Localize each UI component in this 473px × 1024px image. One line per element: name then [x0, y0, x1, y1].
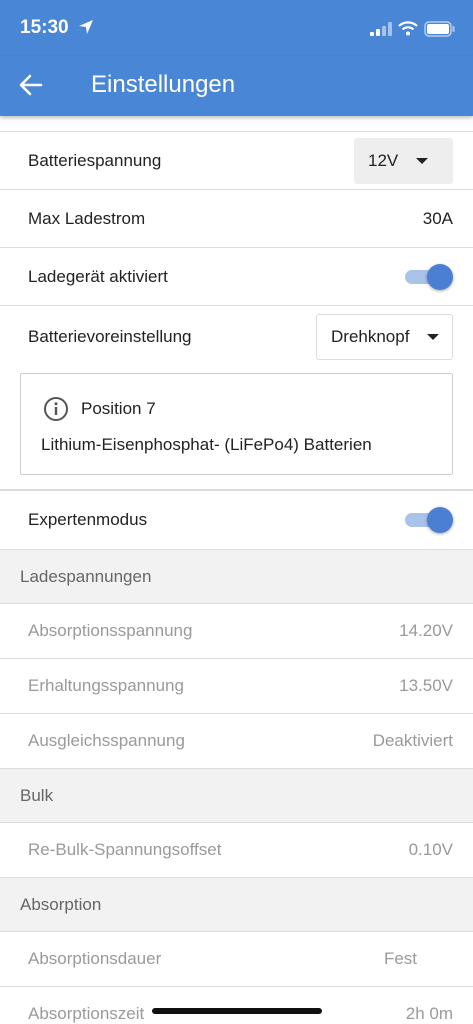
- dropdown-caret-icon: [427, 334, 440, 340]
- rebulk-offset-label: Re-Bulk-Spannungsoffset: [28, 840, 222, 859]
- battery-voltage-dropdown[interactable]: 12V: [354, 137, 453, 184]
- absorption-duration-row[interactable]: Absorptionsdauer Fest: [0, 932, 473, 987]
- section-title: Bulk: [20, 785, 54, 805]
- equalization-voltage-value: Deaktiviert: [372, 731, 453, 750]
- charger-enabled-toggle[interactable]: [405, 263, 453, 290]
- location-arrow-icon: [79, 20, 93, 34]
- status-time: 15:30: [20, 17, 69, 38]
- rebulk-offset-row[interactable]: Re-Bulk-Spannungsoffset 0.10V: [0, 823, 473, 878]
- dropdown-caret-icon: [416, 157, 429, 164]
- absorption-time-row[interactable]: Absorptionszeit 2h 0m: [0, 987, 473, 1024]
- expert-mode-toggle[interactable]: [405, 507, 453, 533]
- expert-mode-row: Expertenmodus: [0, 490, 473, 550]
- toggle-knob: [427, 507, 453, 533]
- battery-preset-row: Batterievoreinstellung Drehknopf: [0, 307, 473, 367]
- float-voltage-row[interactable]: Erhaltungsspannung 13.50V: [0, 659, 473, 714]
- info-title: Position 7: [81, 399, 156, 418]
- float-voltage-label: Erhaltungsspannung: [28, 676, 184, 695]
- battery-voltage-row: Batteriespannung 12V: [0, 132, 473, 190]
- battery-voltage-label: Batteriespannung: [28, 150, 162, 170]
- section-title: Ladespannungen: [20, 566, 152, 586]
- battery-icon: [424, 21, 455, 37]
- top-divider: [0, 116, 473, 132]
- app-bar: Einstellungen: [0, 56, 473, 116]
- preset-info-box: Position 7 Lithium-Eisenphosphat- (LiFeP…: [20, 373, 453, 475]
- section-title: Absorption: [20, 894, 102, 914]
- toggle-knob: [427, 263, 453, 290]
- max-current-value: 30A: [422, 208, 453, 228]
- advanced-settings: Ladespannungen Absorptionsspannung 14.20…: [0, 550, 473, 1024]
- equalization-voltage-row[interactable]: Ausgleichsspannung Deaktiviert: [0, 714, 473, 769]
- battery-preset-dropdown[interactable]: Drehknopf: [316, 314, 453, 360]
- status-bar: 15:30: [0, 0, 473, 56]
- max-current-label: Max Ladestrom: [28, 208, 146, 228]
- section-header-bulk: Bulk: [0, 769, 473, 823]
- absorption-voltage-label: Absorptionsspannung: [28, 621, 193, 640]
- expert-mode-label: Expertenmodus: [28, 510, 148, 529]
- page-title: Einstellungen: [91, 71, 236, 98]
- cellular-signal-icon: [370, 22, 392, 36]
- absorption-duration-value: Fest: [383, 949, 417, 968]
- info-icon: [44, 397, 68, 421]
- back-arrow-icon[interactable]: [18, 72, 44, 98]
- absorption-voltage-value: 14.20V: [399, 621, 453, 640]
- absorption-time-value: 2h 0m: [405, 1004, 453, 1023]
- absorption-duration-label: Absorptionsdauer: [28, 949, 162, 968]
- battery-voltage-value: 12V: [368, 150, 399, 170]
- charger-enabled-row: Ladegerät aktiviert: [0, 248, 473, 306]
- charger-enabled-label: Ladegerät aktiviert: [28, 266, 168, 286]
- battery-preset-label: Batterievoreinstellung: [28, 327, 192, 346]
- section-header-charge-voltages: Ladespannungen: [0, 550, 473, 604]
- absorption-voltage-row[interactable]: Absorptionsspannung 14.20V: [0, 604, 473, 659]
- info-text: Lithium-Eisenphosphat- (LiFePo4) Batteri…: [41, 435, 372, 454]
- equalization-voltage-label: Ausgleichsspannung: [28, 731, 185, 750]
- absorption-time-label: Absorptionszeit: [28, 1004, 145, 1023]
- rebulk-offset-value: 0.10V: [408, 840, 453, 859]
- float-voltage-value: 13.50V: [399, 676, 453, 695]
- battery-preset-value: Drehknopf: [331, 327, 410, 346]
- wifi-icon: [398, 21, 418, 36]
- section-header-absorption: Absorption: [0, 878, 473, 932]
- home-indicator[interactable]: [152, 1008, 322, 1014]
- max-current-row[interactable]: Max Ladestrom 30A: [0, 190, 473, 248]
